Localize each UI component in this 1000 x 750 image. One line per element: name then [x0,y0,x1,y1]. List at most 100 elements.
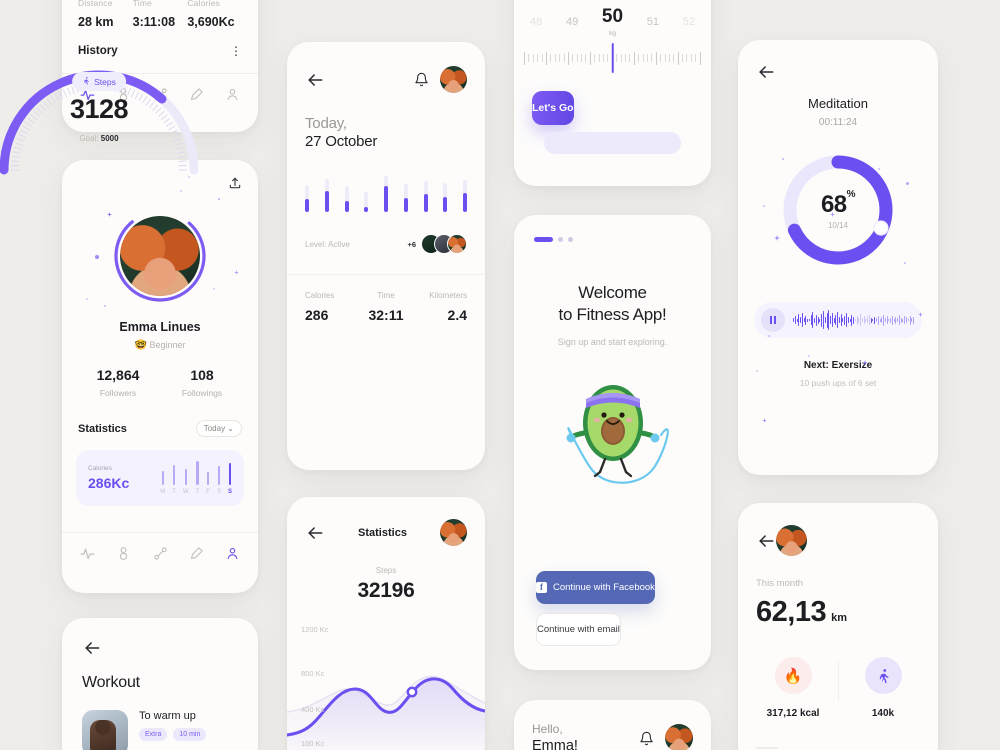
pause-icon[interactable] [761,308,785,332]
weight-ruler[interactable] [524,43,701,73]
lets-go-button[interactable]: Let's Go [532,91,574,125]
waveform-bar [812,312,813,328]
waveform-bar [875,318,877,322]
ruler-tick [532,54,534,62]
activity-bar-fill [324,191,329,212]
avatar[interactable] [440,519,467,546]
welcome-subtitle: Sign up and start exploring. [557,336,668,347]
profile-icon[interactable] [225,87,240,102]
waveform-bar [897,318,898,322]
next-exercise-subtitle: 10 push ups of 6 set [799,378,877,388]
dumbbell-icon[interactable] [153,87,168,102]
followings-label: Followings [181,388,223,398]
weight-unit: kg [609,30,616,37]
scale-icon[interactable] [116,546,131,561]
profile-icon[interactable] [225,546,240,561]
waveform-bar [837,312,838,328]
dumbbell-icon[interactable] [153,546,168,561]
waveform-bar [819,318,821,322]
weight-ruler-cursor[interactable] [611,43,614,73]
waveform-bar [861,318,863,322]
statistics-line-chart: 1200 Kc 800 Kc 400 Kc 100 Kc [287,617,485,750]
activity-bar [364,192,369,212]
activity-icon[interactable] [80,546,95,561]
waveform-bar [884,318,886,322]
bottle-icon[interactable] [189,546,204,561]
statistics-topbar: Statistics [287,497,485,546]
bottle-icon[interactable] [189,87,204,102]
waveform-bar [808,319,810,321]
ruler-tick [616,54,618,62]
month-calories-value: 317,12 kcal [766,708,820,719]
waveform-bar [851,314,852,326]
week-bar-label: T [172,489,176,495]
more-options-icon[interactable]: ⋮ [230,45,242,57]
waveform-bar [891,315,893,325]
waveform-bar [817,316,819,324]
profile-level: 🤓 Beginner [62,340,258,351]
avatar[interactable] [665,724,693,750]
scale-icon[interactable] [116,87,131,102]
week-bar: W [183,469,189,495]
bell-icon[interactable] [414,72,429,87]
waveform-bar [895,316,896,324]
ruler-tick [655,51,657,65]
summary-time-value: 3:11:08 [132,15,176,29]
back-arrow-icon[interactable] [756,62,776,82]
list-item[interactable]: To warm up Extra 10 min [62,710,258,750]
waveform-bar [826,312,828,328]
waveform-bar [874,316,875,324]
pager-dot[interactable] [558,237,563,242]
range-selector[interactable]: Today ⌄ [195,420,242,437]
waveform-bar [847,317,849,323]
history-section-header: History ⋮ [62,45,258,57]
week-bar-fill [196,461,199,485]
pager-dot-active[interactable] [534,237,553,242]
avatar[interactable] [120,216,200,296]
back-arrow-icon[interactable] [305,523,325,543]
week-bar: S [217,466,221,495]
ruler-tick [642,54,644,62]
back-arrow-icon[interactable] [305,70,325,90]
meditation-fraction: 10/14 [827,220,849,230]
waveform-bar [838,317,840,323]
today-card: Today, 27 October Level: Active +6 Calor… [287,42,485,470]
today-date: 27 October [305,133,378,150]
goal-value: 5000 [100,134,119,143]
waveform-bar [883,314,884,326]
metric-value: 2.4 [447,307,467,323]
welcome-actions: f Continue with Facebook Continue with e… [514,571,711,646]
avatar[interactable] [440,66,467,93]
workout-tag: 10 min [173,728,207,741]
avatar[interactable] [776,525,807,556]
waveform-bar [805,315,806,325]
continue-with-email-button[interactable]: Continue with email [536,613,621,646]
waveform-bar [794,316,796,324]
participants[interactable]: +6 [407,234,467,254]
hello-card: Hello, Emma! [514,700,711,750]
ruler-tick [563,54,565,62]
continue-with-facebook-button[interactable]: f Continue with Facebook [536,571,655,604]
calories-widget[interactable]: Calories 286Kc MTWTFSS [76,450,244,506]
ruler-tick [620,54,622,62]
bottom-nav-profile [62,532,258,561]
waveform[interactable] [793,309,915,331]
bell-icon[interactable] [639,731,654,746]
week-bar-label: W [182,489,189,495]
onboarding-pager[interactable] [514,215,711,242]
ruler-tick [537,54,539,62]
waveform-bar [856,315,858,325]
back-arrow-icon[interactable] [82,638,102,658]
ruler-tick [528,54,530,62]
pager-dot[interactable] [568,237,573,242]
today-level-row: Level: Active +6 [287,234,485,254]
hello-actions [639,724,693,750]
activity-icon[interactable] [80,87,95,102]
back-arrow-icon[interactable] [756,531,776,551]
summary-calories-value: 3,690Kc [187,15,235,29]
meditation-progress-ring: 68% 10/14 [780,152,896,268]
share-icon[interactable] [228,176,242,190]
week-bar-label: S [227,489,232,495]
ruler-tick [572,54,574,62]
waveform-bar [907,319,909,321]
